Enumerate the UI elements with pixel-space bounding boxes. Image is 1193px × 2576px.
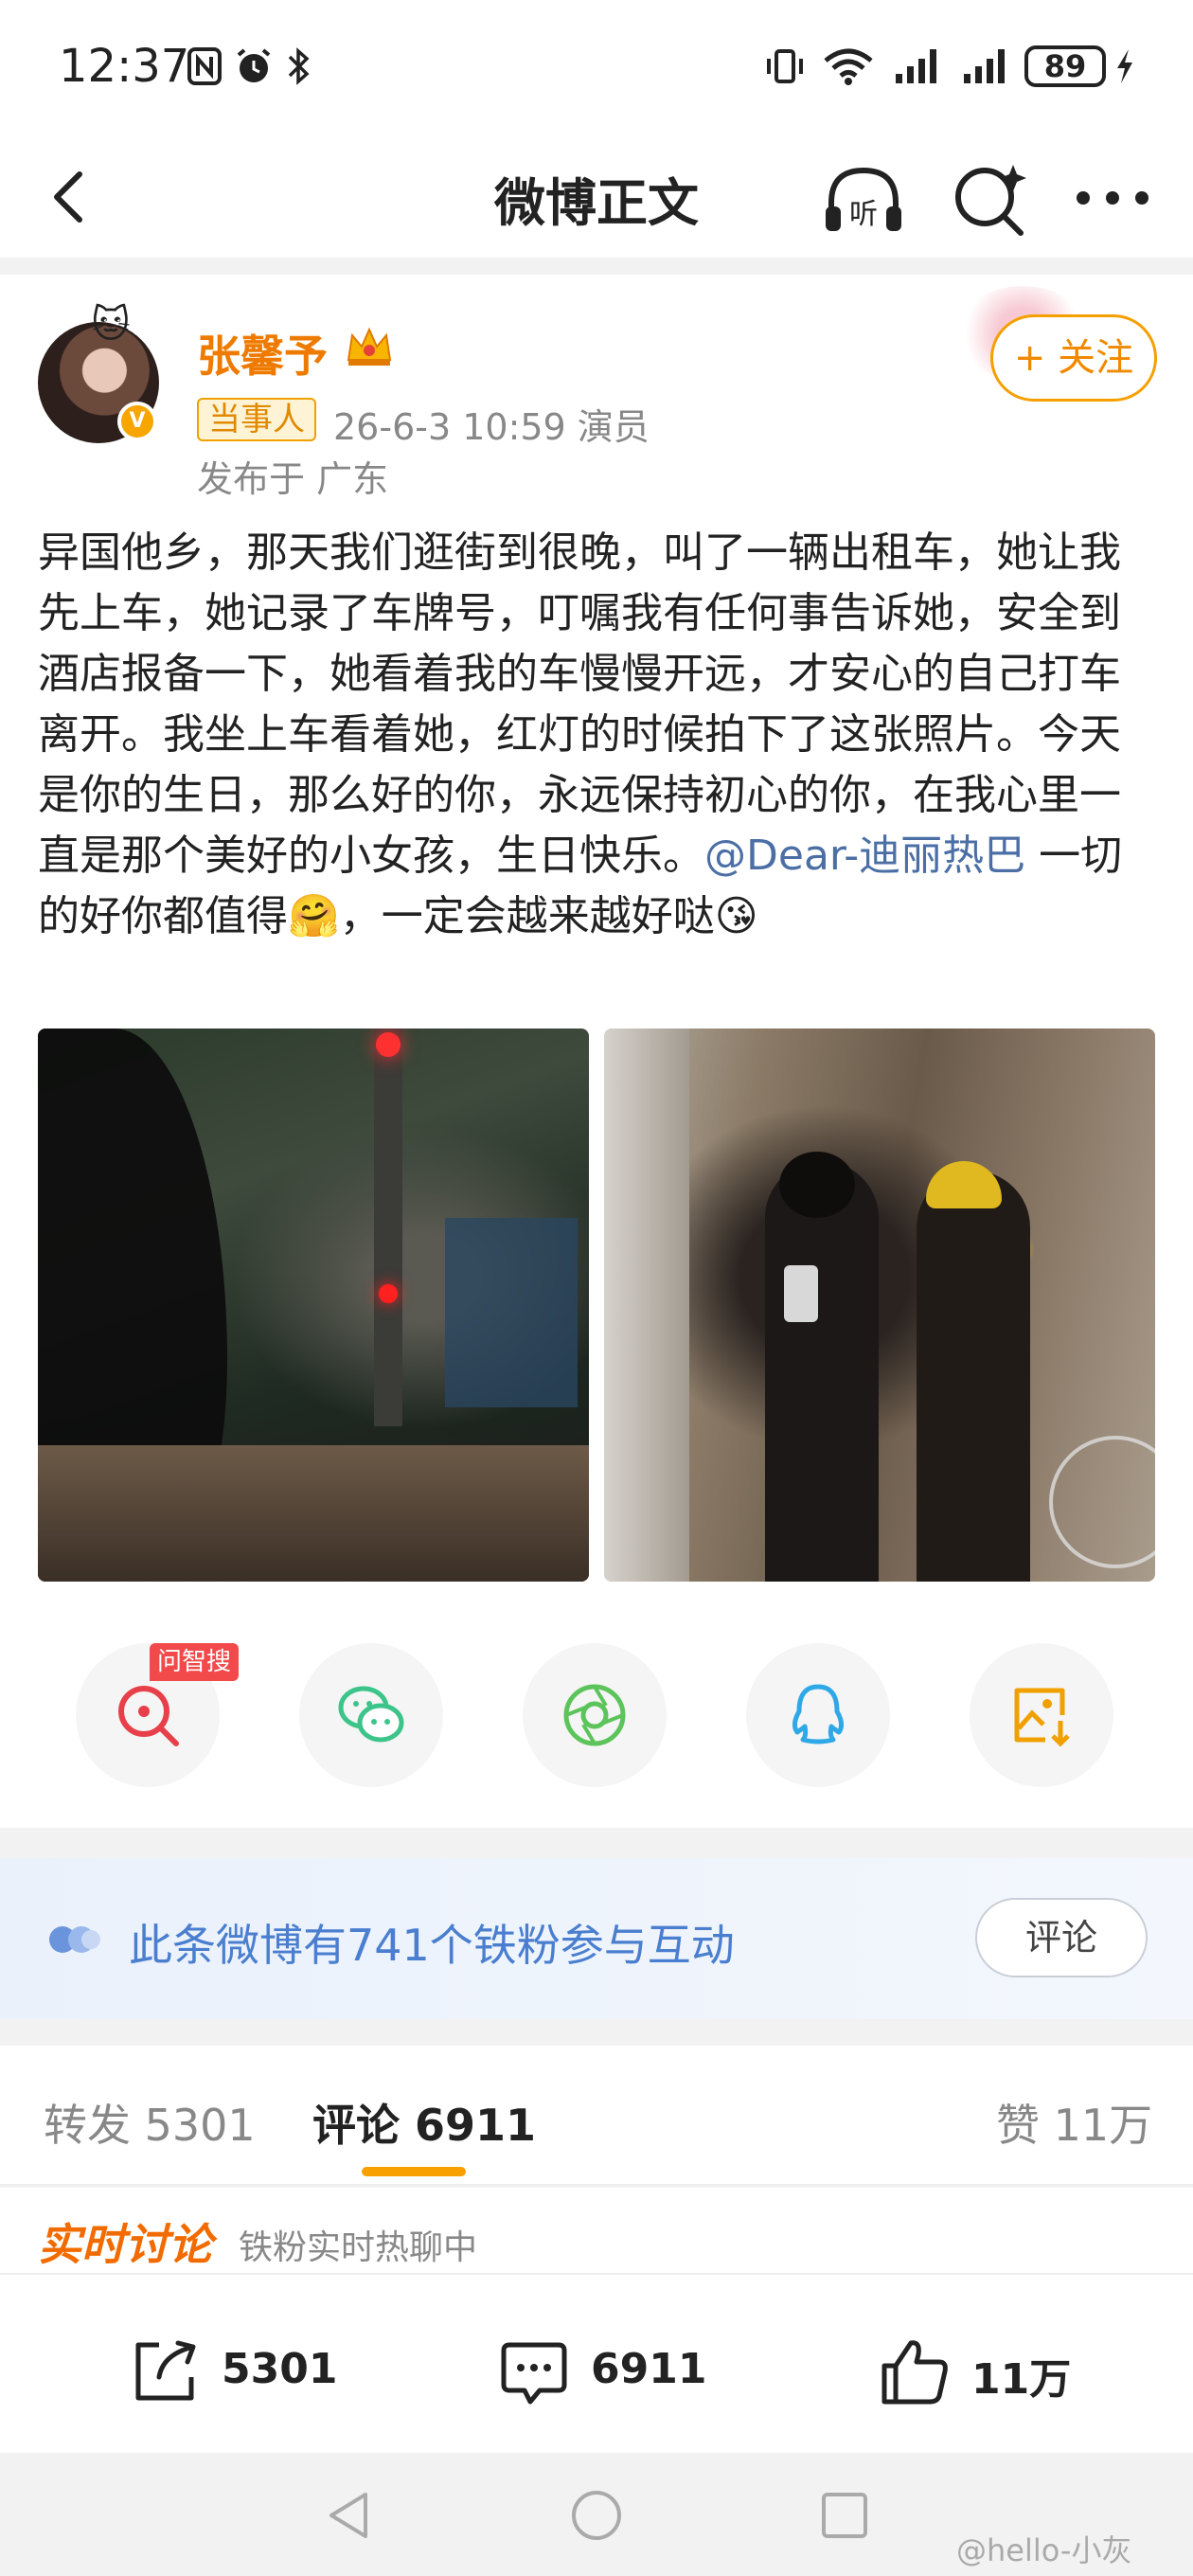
- alarm-icon: [237, 48, 271, 82]
- repost-icon: [135, 2340, 196, 2401]
- crown-icon: [347, 327, 392, 366]
- comment-icon: [501, 2342, 567, 2405]
- post-photo-street[interactable]: [38, 1029, 589, 1582]
- clock: 12:37: [59, 40, 190, 93]
- qq-icon: [792, 1684, 845, 1744]
- fans-interaction-bar: 此条微博有741个铁粉参与互动 评论: [0, 1858, 1193, 2019]
- post-card: 🐱 V 张馨予 当事人 26-6-3 10:59 演员 发布于 广东 + 关注 …: [0, 275, 1193, 1828]
- moments-share-button[interactable]: [523, 1643, 667, 1787]
- realtime-title: 实时讨论: [38, 2219, 212, 2270]
- tab-repost[interactable]: 转发 5301: [44, 2091, 256, 2154]
- post-tabs: 转发 5301 评论 6911 赞 11万: [0, 2046, 1193, 2186]
- post-location: 发布于 广东: [197, 458, 389, 500]
- vibrate-icon: [767, 49, 803, 83]
- bluetooth-icon: [288, 47, 310, 85]
- watermark: @hello-小灰: [956, 2532, 1132, 2568]
- bottom-action-bar: 5301 6911 11万: [0, 2273, 1193, 2453]
- wifi-icon: [824, 48, 873, 85]
- avatar-cat-ornament-icon: 🐱: [91, 303, 131, 347]
- tab-comment[interactable]: 评论 6911: [312, 2091, 536, 2154]
- active-tab-indicator: [362, 2167, 466, 2176]
- qq-share-button[interactable]: [746, 1643, 890, 1787]
- fans-comment-button[interactable]: 评论: [975, 1898, 1148, 1977]
- nav-recents-square-icon[interactable]: [818, 2489, 871, 2542]
- repost-count: 5301: [222, 2345, 338, 2393]
- ask-search-badge: 问智搜: [150, 1643, 240, 1681]
- realtime-subtitle: 铁粉实时热聊中: [239, 2228, 478, 2267]
- moments-icon: [563, 1684, 626, 1746]
- more-icon[interactable]: [1070, 155, 1155, 241]
- charging-icon: [1117, 49, 1132, 83]
- listen-headphones-icon[interactable]: 听: [818, 155, 909, 246]
- nav-back-triangle-icon[interactable]: [322, 2487, 375, 2544]
- like-icon: [881, 2340, 948, 2405]
- signal-icon-2: [964, 49, 1005, 83]
- fans-icon: [49, 1926, 100, 1953]
- share-row: 问智搜: [0, 1643, 1193, 1787]
- wechat-icon: [338, 1686, 404, 1743]
- realtime-discussion-header: 实时讨论 铁粉实时热聊中: [0, 2188, 1193, 2282]
- fans-text: 此条微博有741个铁粉参与互动: [129, 1920, 735, 1971]
- top-nav-bar: 微博正文 听: [0, 133, 1193, 258]
- like-count: 11万: [971, 2355, 1072, 2404]
- wechat-share-button[interactable]: [299, 1643, 443, 1787]
- status-bar: 12:37 89: [0, 0, 1193, 133]
- search-icon[interactable]: [947, 155, 1034, 242]
- comment-count: 6911: [591, 2345, 707, 2393]
- tab-like[interactable]: 赞 11万: [996, 2091, 1152, 2154]
- post-photo-mirror[interactable]: [604, 1029, 1155, 1582]
- author-name[interactable]: 张馨予: [197, 322, 328, 385]
- party-tag: 当事人: [197, 398, 316, 441]
- listen-label: 听: [849, 198, 878, 231]
- nav-home-circle-icon[interactable]: [568, 2487, 625, 2544]
- post-text-part1: 异国他乡，那天我们逛街到很晚，叫了一辆出租车，她让我先上车，她记录了车牌号，叮嘱…: [38, 528, 1121, 880]
- post-time-meta: 26-6-3 10:59 演员: [333, 406, 650, 448]
- battery-level: 89: [1024, 45, 1106, 87]
- signal-icon-1: [896, 49, 936, 83]
- post-body: 异国他乡，那天我们逛街到很晚，叫了一辆出租车，她让我先上车，她记录了车牌号，叮嘱…: [38, 523, 1155, 947]
- mention-link[interactable]: @Dear-迪丽热巴: [704, 832, 1025, 880]
- nfc-icon: [187, 47, 222, 85]
- save-image-icon: [1014, 1688, 1070, 1747]
- follow-button[interactable]: + 关注: [990, 314, 1157, 402]
- save-image-button[interactable]: [970, 1643, 1113, 1787]
- ask-search-icon: [118, 1686, 179, 1746]
- verified-badge-icon: V: [117, 402, 157, 441]
